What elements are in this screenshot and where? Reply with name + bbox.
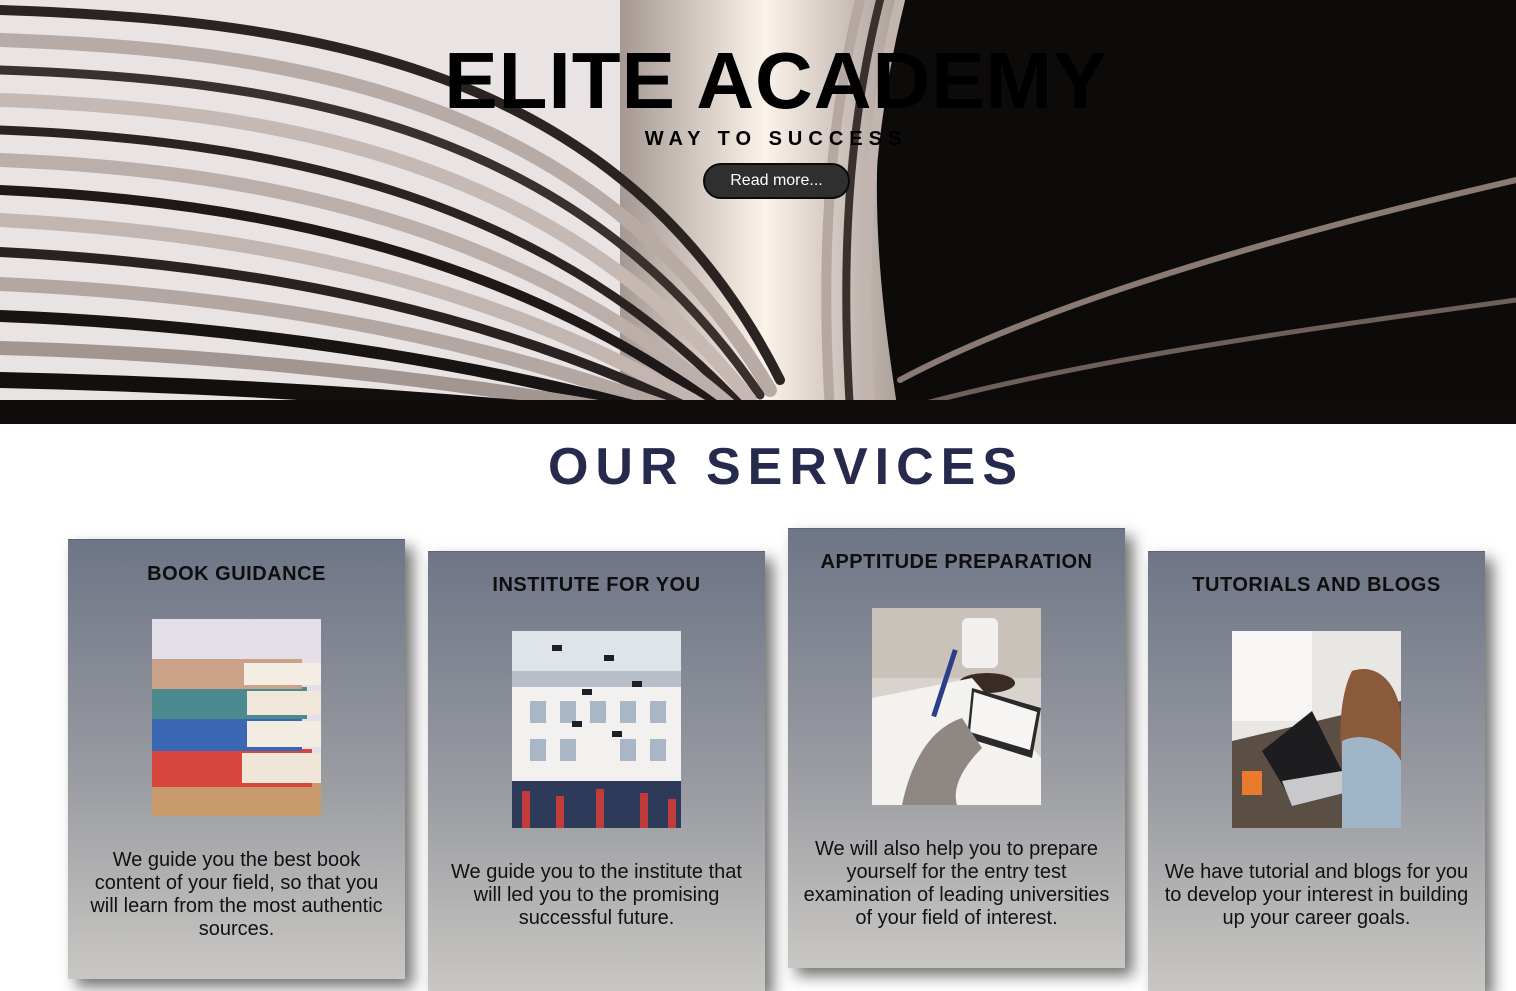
service-card-tutorials: TUTORIALS AND BLOGS We have tutorial and… xyxy=(1148,551,1485,991)
writing-notes-image xyxy=(872,608,1041,805)
card-title: APPTITUDE PREPARATION xyxy=(820,551,1093,573)
card-title: INSTITUTE FOR YOU xyxy=(492,574,701,596)
card-title: TUTORIALS AND BLOGS xyxy=(1192,574,1441,596)
site-tagline: WAY TO SUCCESS xyxy=(644,128,908,150)
stacked-books-image xyxy=(152,619,321,816)
card-description: We guide you to the institute that will … xyxy=(451,861,742,929)
card-description: We have tutorial and blogs for you to de… xyxy=(1164,861,1469,929)
hero-banner: ELITE ACADEMY WAY TO SUCCESS Read more..… xyxy=(0,0,1516,424)
service-card-book-guidance: BOOK GUIDANCE We guide you the best book… xyxy=(68,539,405,979)
service-card-aptitude: APPTITUDE PREPARATION We will also help … xyxy=(788,528,1125,968)
site-title: ELITE ACADEMY xyxy=(444,36,1108,125)
card-description: We guide you the best book content of yo… xyxy=(90,849,383,940)
services-heading: OUR SERVICES xyxy=(547,438,1025,496)
card-description: We will also help you to prepare yoursel… xyxy=(803,838,1110,929)
card-title: BOOK GUIDANCE xyxy=(147,563,326,585)
service-card-institute: INSTITUTE FOR YOU We guide you to the in… xyxy=(428,551,765,991)
laptop-study-image xyxy=(1232,631,1401,828)
read-more-button[interactable]: Read more... xyxy=(703,163,850,199)
graduation-caps-image xyxy=(512,631,681,828)
